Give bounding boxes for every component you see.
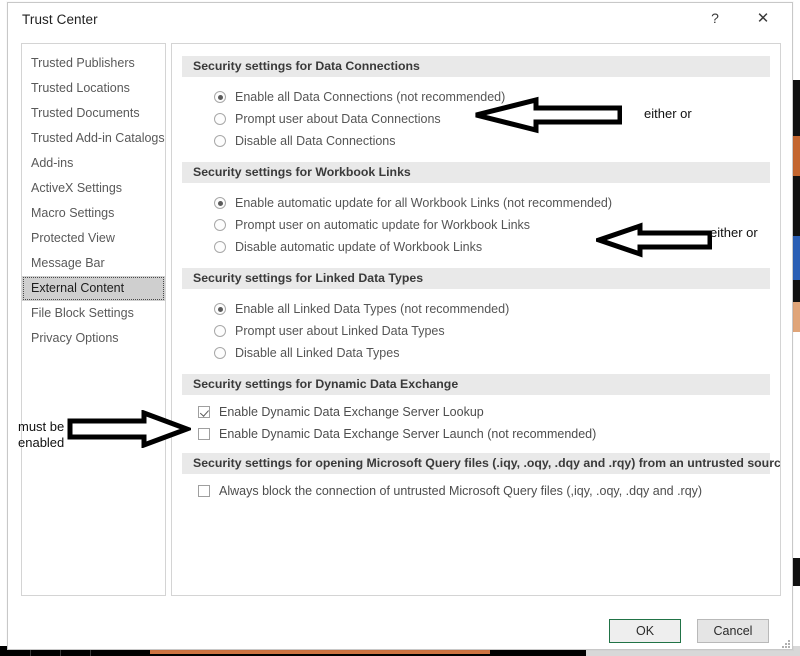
radio-icon[interactable] xyxy=(214,197,226,209)
dialog-titlebar[interactable]: Trust Center ? ✕ xyxy=(8,3,792,37)
radio-icon[interactable] xyxy=(214,135,226,147)
checkbox-icon[interactable] xyxy=(198,428,210,440)
category-sidebar[interactable]: Trusted Publishers Trusted Locations Tru… xyxy=(21,43,166,596)
option-label: Disable automatic update of Workbook Lin… xyxy=(235,240,483,254)
trust-center-dialog: Trust Center ? ✕ Trusted Publishers Trus… xyxy=(7,2,793,650)
radio-icon[interactable] xyxy=(214,303,226,315)
dialog-footer: OK Cancel xyxy=(8,612,794,651)
radio-row-prompt-user-linked-data-types[interactable]: Prompt user about Linked Data Types xyxy=(172,320,780,342)
option-label: Prompt user about Data Connections xyxy=(235,112,441,126)
option-label: Enable all Linked Data Types (not recomm… xyxy=(235,302,510,316)
option-label: Enable Dynamic Data Exchange Server Look… xyxy=(219,405,484,419)
pane-top-spacer xyxy=(172,44,780,56)
help-button[interactable]: ? xyxy=(694,3,736,33)
section-header-workbook-links: Security settings for Workbook Links xyxy=(182,162,770,183)
option-label: Prompt user on automatic update for Work… xyxy=(235,218,531,232)
option-group-microsoft-query-files: Always block the connection of untrusted… xyxy=(172,474,780,510)
section-header-dynamic-data-exchange: Security settings for Dynamic Data Excha… xyxy=(182,374,770,395)
resize-grip[interactable] xyxy=(780,638,790,648)
radio-icon[interactable] xyxy=(214,113,226,125)
option-label: Disable all Data Connections xyxy=(235,134,396,148)
radio-row-disable-automatic-update-workbook-links[interactable]: Disable automatic update of Workbook Lin… xyxy=(172,236,780,258)
option-group-linked-data-types: Enable all Linked Data Types (not recomm… xyxy=(172,289,780,374)
section-header-linked-data-types: Security settings for Linked Data Types xyxy=(182,268,770,289)
dialog-title: Trust Center xyxy=(22,12,98,27)
sidebar-item-trusted-locations[interactable]: Trusted Locations xyxy=(22,76,165,101)
option-group-workbook-links: Enable automatic update for all Workbook… xyxy=(172,183,780,268)
checkbox-row-enable-dde-server-lookup[interactable]: Enable Dynamic Data Exchange Server Look… xyxy=(172,401,780,423)
option-label: Enable all Data Connections (not recomme… xyxy=(235,90,506,104)
checkbox-icon[interactable] xyxy=(198,485,210,497)
radio-row-enable-all-linked-data-types[interactable]: Enable all Linked Data Types (not recomm… xyxy=(172,298,780,320)
section-header-microsoft-query-files: Security settings for opening Microsoft … xyxy=(182,453,780,474)
radio-row-prompt-user-data-connections[interactable]: Prompt user about Data Connections xyxy=(172,108,780,130)
sidebar-item-trusted-add-in-catalogs[interactable]: Trusted Add-in Catalogs xyxy=(22,126,165,151)
sidebar-top-spacer xyxy=(22,44,165,51)
checkbox-icon[interactable] xyxy=(198,406,210,418)
radio-row-enable-all-data-connections[interactable]: Enable all Data Connections (not recomme… xyxy=(172,86,780,108)
sidebar-item-privacy-options[interactable]: Privacy Options xyxy=(22,326,165,351)
sidebar-item-message-bar[interactable]: Message Bar xyxy=(22,251,165,276)
checkbox-row-always-block-untrusted-query-files[interactable]: Always block the connection of untrusted… xyxy=(172,480,780,502)
sidebar-item-macro-settings[interactable]: Macro Settings xyxy=(22,201,165,226)
sidebar-item-activex-settings[interactable]: ActiveX Settings xyxy=(22,176,165,201)
radio-icon[interactable] xyxy=(214,347,226,359)
option-label: Enable Dynamic Data Exchange Server Laun… xyxy=(219,427,597,441)
sidebar-item-trusted-publishers[interactable]: Trusted Publishers xyxy=(22,51,165,76)
option-label: Prompt user about Linked Data Types xyxy=(235,324,445,338)
sidebar-item-file-block-settings[interactable]: File Block Settings xyxy=(22,301,165,326)
sidebar-item-protected-view[interactable]: Protected View xyxy=(22,226,165,251)
checkbox-row-enable-dde-server-launch[interactable]: Enable Dynamic Data Exchange Server Laun… xyxy=(172,423,780,445)
option-label: Disable all Linked Data Types xyxy=(235,346,400,360)
dialog-content: Trusted Publishers Trusted Locations Tru… xyxy=(8,37,794,612)
sidebar-item-external-content[interactable]: External Content xyxy=(22,276,165,301)
radio-row-disable-all-linked-data-types[interactable]: Disable all Linked Data Types xyxy=(172,342,780,364)
option-label: Always block the connection of untrusted… xyxy=(219,484,703,498)
radio-row-disable-all-data-connections[interactable]: Disable all Data Connections xyxy=(172,130,780,152)
option-group-data-connections: Enable all Data Connections (not recomme… xyxy=(172,77,780,162)
radio-row-prompt-user-workbook-links[interactable]: Prompt user on automatic update for Work… xyxy=(172,214,780,236)
settings-pane: Security settings for Data Connections E… xyxy=(171,43,781,596)
cancel-button[interactable]: Cancel xyxy=(697,619,769,643)
section-header-data-connections: Security settings for Data Connections xyxy=(182,56,770,77)
radio-icon[interactable] xyxy=(214,219,226,231)
sidebar-item-trusted-documents[interactable]: Trusted Documents xyxy=(22,101,165,126)
radio-icon[interactable] xyxy=(214,91,226,103)
radio-icon[interactable] xyxy=(214,325,226,337)
radio-icon[interactable] xyxy=(214,241,226,253)
close-icon[interactable]: ✕ xyxy=(742,3,784,33)
option-label: Enable automatic update for all Workbook… xyxy=(235,196,613,210)
sidebar-item-add-ins[interactable]: Add-ins xyxy=(22,151,165,176)
option-group-dynamic-data-exchange: Enable Dynamic Data Exchange Server Look… xyxy=(172,395,780,453)
ok-button[interactable]: OK xyxy=(609,619,681,643)
radio-row-enable-automatic-update-workbook-links[interactable]: Enable automatic update for all Workbook… xyxy=(172,192,780,214)
